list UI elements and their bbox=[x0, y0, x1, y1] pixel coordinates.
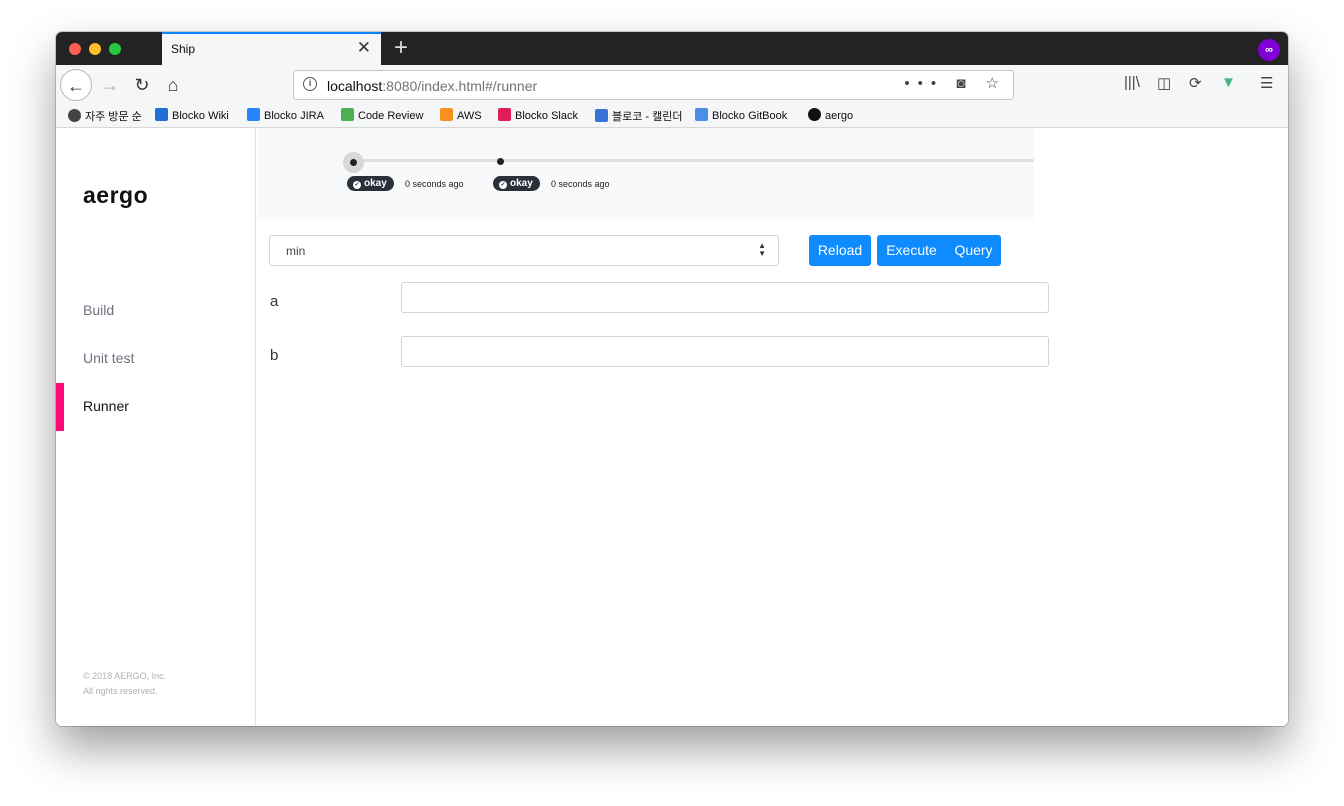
back-button[interactable]: ← bbox=[60, 69, 92, 101]
tab-close-icon[interactable]: ✕ bbox=[357, 39, 371, 57]
sidebar-item-label: Unit test bbox=[83, 350, 135, 366]
arg-input-a[interactable] bbox=[401, 282, 1049, 313]
sync-icon[interactable]: ⟳ bbox=[1189, 74, 1202, 92]
bookmark-item[interactable]: Blocko GitBook bbox=[695, 108, 787, 122]
status-text: okay bbox=[364, 178, 387, 189]
slack-icon bbox=[498, 108, 511, 121]
library-icon[interactable]: |||\ bbox=[1124, 74, 1140, 91]
bookmark-label: Blocko Wiki bbox=[172, 110, 229, 122]
timeline-marker[interactable] bbox=[497, 158, 504, 165]
bookmark-label: Code Review bbox=[358, 110, 424, 122]
sidebar-item-build[interactable]: Build bbox=[56, 287, 255, 335]
status-badge: ✓ okay bbox=[493, 176, 540, 191]
copyright: © 2018 AERGO, Inc. All rights reserved. bbox=[83, 669, 166, 699]
navigation-toolbar: ← → ↻ ⌂ i localhost:8080/index.html#/run… bbox=[56, 65, 1288, 105]
bookmark-label: Blocko Slack bbox=[515, 110, 578, 122]
sidebar: aergo Build Unit test Runner © 2018 AERG… bbox=[56, 128, 256, 726]
home-button[interactable]: ⌂ bbox=[157, 69, 189, 101]
jira-icon bbox=[247, 108, 260, 121]
timeline-marker-current[interactable] bbox=[343, 152, 364, 173]
url-host: localhost bbox=[327, 78, 383, 94]
page-actions[interactable]: ••• ◙ ☆ bbox=[904, 74, 1007, 92]
minimize-window-button[interactable] bbox=[89, 43, 101, 55]
reload-button[interactable]: ↻ bbox=[126, 69, 158, 101]
bookmark-item[interactable]: 자주 방문 순 bbox=[68, 108, 142, 124]
code-review-icon bbox=[341, 108, 354, 121]
reload-button[interactable]: Reload bbox=[809, 235, 871, 266]
function-select[interactable]: min ▲ ▼ bbox=[269, 235, 779, 266]
gitbook-icon bbox=[695, 108, 708, 121]
bookmark-label: Blocko GitBook bbox=[712, 110, 788, 122]
bookmark-label: Blocko JIRA bbox=[264, 110, 324, 122]
event-time: 0 seconds ago bbox=[551, 179, 610, 189]
select-arrows-icon: ▲ ▼ bbox=[758, 241, 766, 258]
confluence-icon bbox=[155, 108, 168, 121]
tab-title: Ship bbox=[171, 42, 196, 56]
bookmark-item[interactable]: 블로코 - 캘린더 bbox=[595, 108, 683, 124]
check-icon: ✓ bbox=[353, 181, 361, 189]
aws-icon bbox=[440, 108, 453, 121]
check-icon: ✓ bbox=[499, 181, 507, 189]
event-timeline: ✓ okay 0 seconds ago ✓ okay 0 seconds ago bbox=[257, 128, 1034, 220]
event-time: 0 seconds ago bbox=[405, 179, 464, 189]
sidebar-toggle-icon[interactable]: ◫ bbox=[1157, 74, 1171, 92]
bookmark-item[interactable]: Code Review bbox=[341, 108, 423, 122]
aergo-logo: aergo bbox=[83, 182, 149, 208]
tab-ship[interactable]: Ship ✕ bbox=[162, 32, 381, 65]
bookmark-label: aergo bbox=[825, 110, 854, 122]
bookmark-label: 자주 방문 순 bbox=[85, 111, 142, 123]
function-select-value: min bbox=[286, 244, 306, 258]
tab-strip: Ship ✕ + ∞ bbox=[56, 32, 1288, 65]
calendar-icon bbox=[595, 109, 608, 122]
ship-app: aergo Build Unit test Runner © 2018 AERG… bbox=[56, 128, 1288, 726]
github-icon bbox=[808, 108, 821, 121]
gear-icon bbox=[68, 109, 81, 122]
sidebar-item-unit-test[interactable]: Unit test bbox=[56, 335, 255, 383]
arg-input-b[interactable] bbox=[401, 336, 1049, 367]
url-bar[interactable]: i localhost:8080/index.html#/runner ••• … bbox=[293, 70, 1014, 100]
vue-devtools-icon[interactable]: ▼ bbox=[1221, 74, 1236, 91]
status-badge: ✓ okay bbox=[347, 176, 394, 191]
arg-label-b: b bbox=[270, 347, 279, 364]
timeline-track bbox=[354, 159, 1034, 162]
bookmark-item[interactable]: aergo bbox=[808, 108, 853, 122]
url-text[interactable]: localhost:8080/index.html#/runner bbox=[327, 78, 537, 94]
close-window-button[interactable] bbox=[69, 43, 81, 55]
bookmarks-toolbar: 자주 방문 순 Blocko Wiki Blocko JIRA Code Rev… bbox=[56, 105, 1288, 128]
bookmark-item[interactable]: Blocko Wiki bbox=[155, 108, 229, 122]
menu-icon[interactable]: ☰ bbox=[1260, 74, 1273, 92]
url-path: :8080/index.html#/runner bbox=[382, 78, 538, 94]
browser-window: Ship ✕ + ∞ ← → ↻ ⌂ i localhost:8080/inde… bbox=[56, 32, 1288, 726]
copyright-line: © 2018 AERGO, Inc. bbox=[83, 671, 167, 681]
sidebar-item-label: Runner bbox=[83, 398, 129, 414]
query-button[interactable]: Query bbox=[945, 235, 1001, 266]
bookmark-item[interactable]: Blocko Slack bbox=[498, 108, 578, 122]
sidebar-item-label: Build bbox=[83, 302, 115, 318]
bookmark-item[interactable]: Blocko JIRA bbox=[247, 108, 324, 122]
execute-button[interactable]: Execute bbox=[877, 235, 946, 266]
bookmark-label: AWS bbox=[457, 110, 482, 122]
sidebar-item-runner[interactable]: Runner bbox=[56, 383, 255, 431]
arg-label-a: a bbox=[270, 293, 279, 310]
site-info-icon[interactable]: i bbox=[303, 77, 317, 91]
forward-button[interactable]: → bbox=[94, 69, 126, 101]
copyright-line: All rights reserved. bbox=[83, 686, 158, 696]
private-browsing-icon: ∞ bbox=[1258, 39, 1280, 61]
maximize-window-button[interactable] bbox=[109, 43, 121, 55]
status-text: okay bbox=[510, 178, 533, 189]
new-tab-button[interactable]: + bbox=[394, 35, 408, 61]
bookmark-label: 블로코 - 캘린더 bbox=[612, 111, 683, 123]
bookmark-item[interactable]: AWS bbox=[440, 108, 482, 122]
